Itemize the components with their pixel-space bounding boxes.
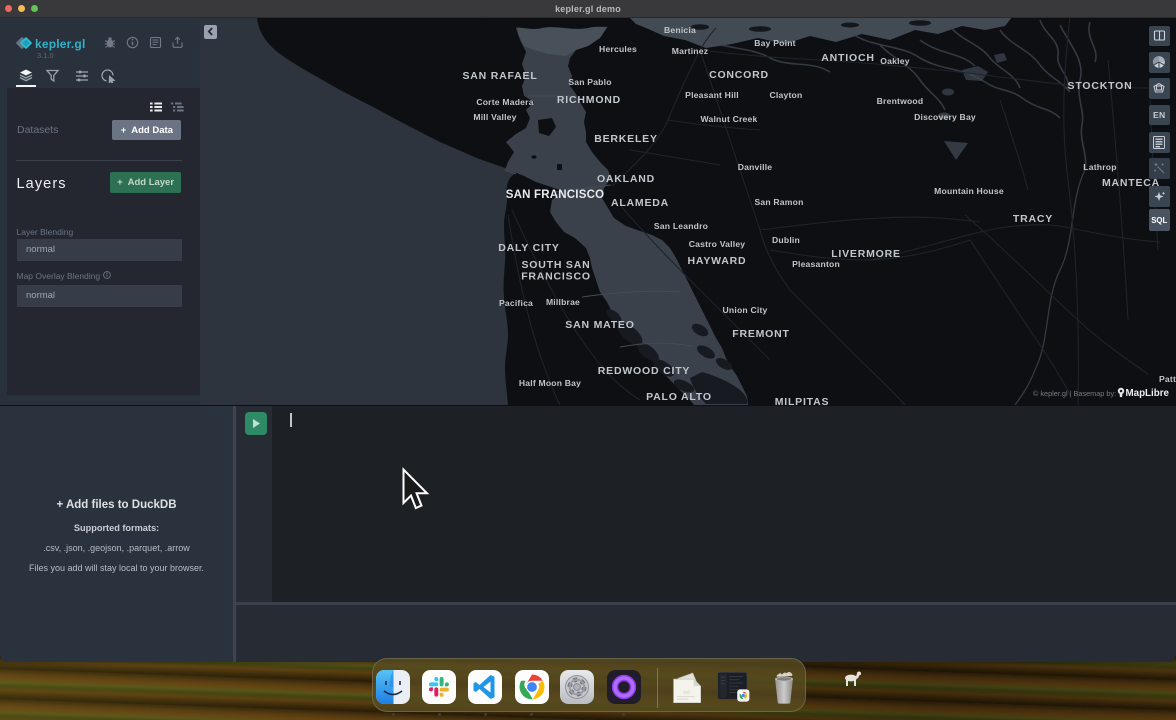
svg-text:HAYWARD: HAYWARD (688, 255, 747, 267)
svg-text:Discovery Bay: Discovery Bay (914, 112, 976, 122)
svg-text:Benicia: Benicia (664, 25, 696, 35)
svg-text:SOUTH SAN: SOUTH SAN (521, 259, 590, 271)
svg-text:CONCORD: CONCORD (709, 69, 769, 81)
svg-text:Pacifica: Pacifica (499, 298, 533, 308)
svg-text:REDWOOD CITY: REDWOOD CITY (598, 365, 690, 377)
svg-text:BERKELEY: BERKELEY (594, 133, 658, 145)
svg-text:OAKLAND: OAKLAND (597, 173, 655, 185)
svg-text:MapLibre: MapLibre (1125, 388, 1169, 399)
svg-text:Mountain House: Mountain House (934, 186, 1004, 196)
svg-text:Danville: Danville (738, 162, 773, 172)
svg-text:Oakley: Oakley (880, 56, 909, 66)
svg-text:Pleasant Hill: Pleasant Hill (685, 90, 739, 100)
svg-text:PALO ALTO: PALO ALTO (646, 391, 712, 403)
svg-text:MILPITAS: MILPITAS (775, 396, 830, 405)
svg-text:Martinez: Martinez (672, 46, 708, 56)
svg-text:Millbrae: Millbrae (546, 297, 580, 307)
svg-text:Lathrop: Lathrop (1083, 162, 1116, 172)
svg-text:TRACY: TRACY (1013, 213, 1053, 225)
svg-text:STOCKTON: STOCKTON (1068, 80, 1133, 92)
svg-text:Mill Valley: Mill Valley (473, 112, 516, 122)
svg-text:San Pablo: San Pablo (568, 77, 611, 87)
svg-text:Hercules: Hercules (599, 44, 637, 54)
svg-text:FRANCISCO: FRANCISCO (521, 271, 591, 283)
svg-text:Dublin: Dublin (772, 235, 800, 245)
svg-text:FREMONT: FREMONT (732, 328, 790, 340)
svg-text:SAN FRANCISCO: SAN FRANCISCO (506, 189, 604, 201)
svg-text:© kepler.gl | Basemap by:: © kepler.gl | Basemap by: (1033, 389, 1116, 398)
svg-text:San Ramon: San Ramon (754, 197, 803, 207)
svg-text:SAN MATEO: SAN MATEO (565, 319, 634, 331)
svg-text:Half Moon Bay: Half Moon Bay (519, 378, 581, 388)
svg-text:SAN RAFAEL: SAN RAFAEL (462, 70, 537, 82)
svg-text:LIVERMORE: LIVERMORE (831, 248, 901, 260)
svg-text:DALY CITY: DALY CITY (498, 242, 559, 254)
svg-text:Patte: Patte (1159, 374, 1176, 384)
svg-text:Bay Point: Bay Point (754, 38, 795, 48)
svg-text:Pleasanton: Pleasanton (792, 259, 840, 269)
svg-text:Brentwood: Brentwood (877, 96, 924, 106)
svg-text:Castro Valley: Castro Valley (689, 239, 746, 249)
svg-text:Walnut Creek: Walnut Creek (701, 114, 758, 124)
svg-text:Union City: Union City (723, 305, 768, 315)
svg-text:Clayton: Clayton (770, 90, 803, 100)
svg-text:ANTIOCH: ANTIOCH (821, 52, 874, 64)
svg-text:ALAMEDA: ALAMEDA (611, 197, 669, 209)
svg-text:RICHMOND: RICHMOND (557, 94, 621, 106)
svg-text:San Leandro: San Leandro (654, 221, 708, 231)
svg-text:Corte Madera: Corte Madera (476, 97, 533, 107)
